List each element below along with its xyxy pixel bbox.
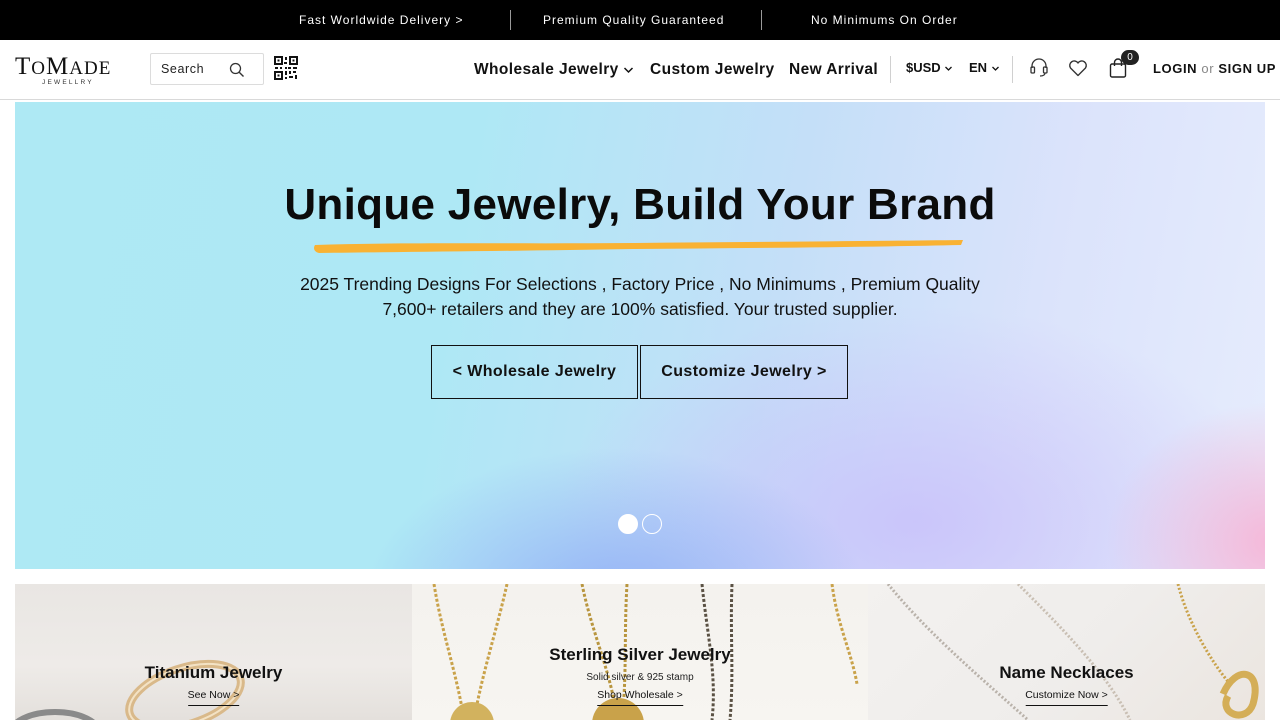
carousel-dot-2[interactable]	[642, 514, 662, 534]
category-tile-sterling-silver[interactable]: Sterling Silver Jewelry Solid silver & 9…	[412, 584, 868, 720]
wholesale-jewelry-button[interactable]: < Wholesale Jewelry	[431, 345, 638, 399]
currency-selector[interactable]: $USD	[906, 60, 953, 75]
login-link[interactable]: LOGIN	[1153, 61, 1197, 76]
tile-subtitle: Solid silver & 925 stamp	[586, 672, 694, 683]
hero-subtitle-line-1: 2025 Trending Designs For Selections , F…	[300, 274, 980, 294]
header-divider	[1012, 56, 1013, 83]
tile-see-now-link[interactable]: See Now >	[187, 689, 240, 706]
nav-wholesale-label: Wholesale Jewelry	[474, 61, 619, 78]
language-label: EN	[969, 60, 988, 75]
customize-jewelry-button[interactable]: Customize Jewelry >	[640, 345, 848, 399]
tile-shop-wholesale-link[interactable]: Shop Wholesale >	[597, 689, 683, 706]
nav-wholesale-jewelry[interactable]: Wholesale Jewelry	[474, 59, 634, 81]
announcement-bar: Fast Worldwide Delivery > Premium Qualit…	[0, 0, 1280, 40]
chevron-down-icon	[945, 66, 953, 71]
hero-subtitle-line-2: 7,600+ retailers and they are 100% satis…	[382, 299, 898, 319]
header-divider	[890, 56, 891, 83]
tile-customize-now-link[interactable]: Customize Now >	[1025, 689, 1108, 706]
hero-banner: Unique Jewelry, Build Your Brand 2025 Tr…	[15, 102, 1265, 569]
announcement-divider	[761, 10, 762, 30]
carousel-dot-1[interactable]	[618, 514, 638, 534]
search-input[interactable]	[161, 61, 227, 77]
logo-subtitle: JEWELLRY	[42, 79, 94, 86]
customer-support-icon[interactable]	[1028, 57, 1050, 79]
site-header: TOMADE JEWELLRY Wholesale Jewelry Custom…	[0, 40, 1280, 100]
search-box[interactable]	[150, 53, 264, 85]
currency-label: $USD	[906, 60, 941, 75]
search-icon[interactable]	[229, 62, 245, 78]
announcement-delivery-link[interactable]: Fast Worldwide Delivery >	[299, 0, 464, 40]
wishlist-heart-icon[interactable]	[1067, 57, 1089, 79]
auth-or-text: or	[1201, 61, 1215, 76]
tile-title: Name Necklaces	[999, 663, 1134, 682]
logo-wordmark: TOMADE	[15, 53, 112, 80]
announcement-quality: Premium Quality Guaranteed	[543, 13, 725, 27]
signup-link[interactable]: SIGN UP	[1218, 61, 1276, 76]
chevron-down-icon	[624, 67, 634, 73]
tile-title: Titanium Jewelry	[144, 663, 283, 682]
qr-code-icon[interactable]	[274, 56, 298, 80]
chevron-down-icon	[991, 66, 999, 71]
tile-title: Sterling Silver Jewelry	[549, 645, 731, 664]
category-tile-titanium[interactable]: Titanium Jewelry See Now >	[15, 584, 412, 720]
cart-count-badge: 0	[1121, 50, 1139, 65]
announcement-minimums: No Minimums On Order	[811, 13, 958, 27]
announcement-divider	[510, 10, 511, 30]
nav-custom-jewelry[interactable]: Custom Jewelry	[650, 59, 774, 81]
nav-new-arrival[interactable]: New Arrival	[789, 59, 878, 81]
auth-links: LOGIN or SIGN UP	[1153, 61, 1276, 76]
brush-underline	[314, 240, 963, 253]
hero-title: Unique Jewelry, Build Your Brand	[284, 180, 996, 229]
language-selector[interactable]: EN	[969, 60, 1000, 75]
brand-logo[interactable]: TOMADE JEWELLRY	[15, 53, 127, 88]
category-tile-name-necklaces[interactable]: Name Necklaces Customize Now >	[868, 584, 1265, 720]
